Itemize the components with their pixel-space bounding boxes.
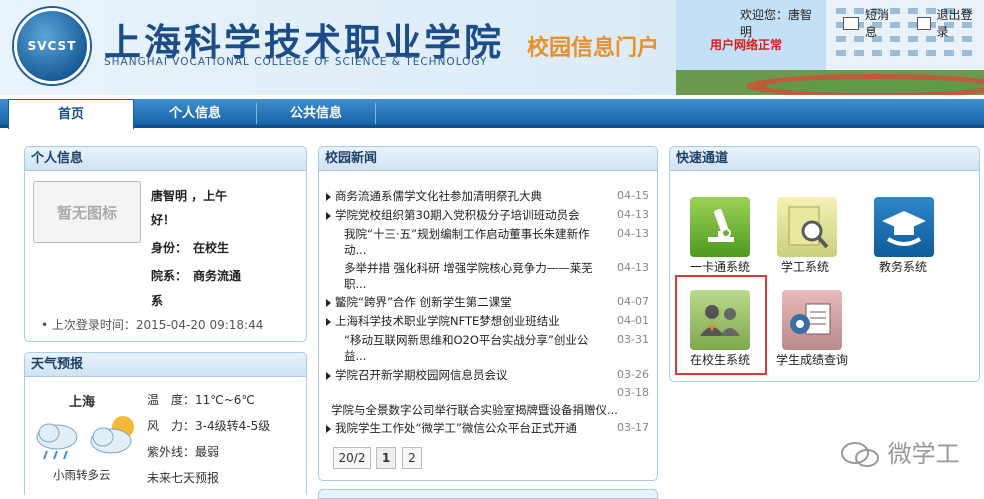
news-date: 03-26 [617,368,649,381]
news-item-cont[interactable]: 益... [344,348,656,364]
news-date: 04-13 [617,227,649,240]
header-banner: SVCST 上海科学技术职业学院 SHANGHAI VOCATIONAL COL… [0,0,984,95]
news-item[interactable]: 我院“十三·五”规划编制工作启动董事长朱建新作 [344,226,656,242]
rain-cloud-icon [31,413,143,463]
tab-personal-info[interactable]: 个人信息 [134,99,256,128]
card-system-label[interactable]: 一卡通系统 [690,258,750,275]
greeting-line: 唐智明 ，上午 [151,187,227,204]
wechat-icon [840,441,880,469]
bullet-arrow-icon [326,299,331,307]
news-item[interactable]: 上海科学技术职业学院NFTE梦想创业班结业 [326,313,638,329]
pager-info: 20/2 [333,447,371,469]
personal-info-title: 个人信息 [25,147,306,171]
dept-label: 院系： [151,269,187,283]
bullet-arrow-icon [326,425,331,433]
nav-divider [375,103,376,124]
watermark: 微学工 [840,434,960,469]
forecast-link[interactable]: 未来七天预报 [147,469,219,486]
tab-home[interactable]: 首页 [8,99,134,129]
envelope-icon[interactable] [843,17,859,30]
news-panel-lower [318,489,658,499]
news-date: 04-15 [617,189,649,202]
network-status: 用户网络正常 [710,36,782,53]
news-date: 03-17 [617,421,649,434]
main-nav: 首页 个人信息 公共信息 [0,99,984,128]
weather-title: 天气预报 [25,353,306,377]
dept-value: 商务流通 [193,269,241,283]
grade-query-app[interactable] [782,290,842,350]
news-item[interactable]: 学院召开新学期校园网信息员会议 [326,367,638,383]
news-item[interactable]: 鳘院“跨界”合作 创新学生第二课堂 [326,294,638,310]
news-item[interactable]: “移动互联网新思维和O2O平台实战分享”创业公 [344,332,656,348]
last-login-time: • 上次登录时间：2015-04-20 09:18:44 [41,316,263,333]
page-2-button[interactable]: 2 [402,447,422,469]
academic-system-app[interactable] [874,197,934,257]
dept-value-cont: 系 [151,292,163,309]
news-item[interactable]: 我院学生工作处“微学工”微信公众平台正式开通 [326,420,638,436]
identity-value: 在校生 [193,241,229,255]
identity-label: 身份： [151,241,187,255]
microscope-icon [690,197,750,257]
school-name-en: SHANGHAI VOCATIONAL COLLEGE OF SCIENCE &… [104,56,487,68]
bullet-arrow-icon [326,318,331,326]
top-user-bar: 欢迎您：唐智明 短消息 退出登录 [740,6,984,40]
card-system-app[interactable] [690,197,750,257]
school-logo: SVCST [14,8,90,84]
bullet-arrow-icon [326,212,331,220]
weather-city: 上海 [69,391,95,410]
greeting-line: 好！ [151,211,175,228]
grade-query-label[interactable]: 学生成绩查询 [776,351,848,368]
student-affairs-label[interactable]: 学工系统 [781,258,829,275]
magnifier-folder-icon [777,197,837,257]
report-card-icon [782,290,842,350]
news-item[interactable]: 商务流通系儒学文化社参加清明祭孔大典 [326,188,638,204]
academic-system-label[interactable]: 教务系统 [879,258,927,275]
news-date: 04-01 [617,314,649,327]
avatar-placeholder: 暂无图标 [33,181,141,243]
campus-news-panel: 校园新闻 商务流通系儒学文化社参加清明祭孔大典 04-15 学院党校组织第30期… [318,146,658,481]
news-item[interactable]: 学院党校组织第30期入党积极分子培训班动员会 [326,207,638,223]
personal-info-panel: 个人信息 暂无图标 唐智明 ，上午 好！ 身份： 在校生 院系： 商务流通 系 • … [24,146,307,342]
weather-uv: 紫外线：最弱 [147,443,219,460]
news-item-cont[interactable]: 职... [344,276,656,292]
bullet-arrow-icon [326,193,331,201]
last-login-text: 上次登录时间：2015-04-20 09:18:44 [52,318,263,332]
enrolled-student-label[interactable]: 在校生系统 [690,351,750,368]
weather-temp: 温 度：11℃~6℃ [147,391,255,408]
tab-public-info[interactable]: 公共信息 [257,99,375,128]
news-date: 03-31 [617,333,649,346]
portal-title: 校园信息门户 [527,30,659,62]
students-icon [690,290,750,350]
bullet-arrow-icon [326,372,331,380]
news-date: 03-18 [617,386,649,399]
graduation-cap-icon [874,197,934,257]
quick-access-title: 快速通道 [670,147,979,171]
welcome-text: 欢迎您：唐智明 [740,6,823,40]
news-item-cont[interactable]: 动... [344,242,656,258]
weather-condition: 小雨转多云 [53,467,111,483]
enrolled-student-app[interactable] [690,290,750,350]
logout-link[interactable]: 退出登录 [937,6,984,40]
news-date: 04-13 [617,261,649,274]
news-item[interactable]: 多举并措 强化科研 增强学院核心竞争力——莱芜 [344,260,656,276]
weather-wind: 风 力：3-4级转4-5级 [147,417,270,434]
campus-news-title: 校园新闻 [319,147,657,171]
weather-panel: 天气预报 上海 小雨转多云 温 度：11℃~6℃ 风 力：3-4级转4-5级 紫… [24,352,307,495]
news-date: 04-13 [617,208,649,221]
news-date: 04-07 [617,295,649,308]
student-affairs-app[interactable] [777,197,837,257]
page-1-button[interactable]: 1 [376,447,396,469]
logout-icon[interactable] [917,17,931,30]
news-item[interactable]: 学院与全景数字公司举行联合实验室揭牌暨设备捐赠仪... [331,402,643,418]
messages-link[interactable]: 短消息 [865,6,901,40]
